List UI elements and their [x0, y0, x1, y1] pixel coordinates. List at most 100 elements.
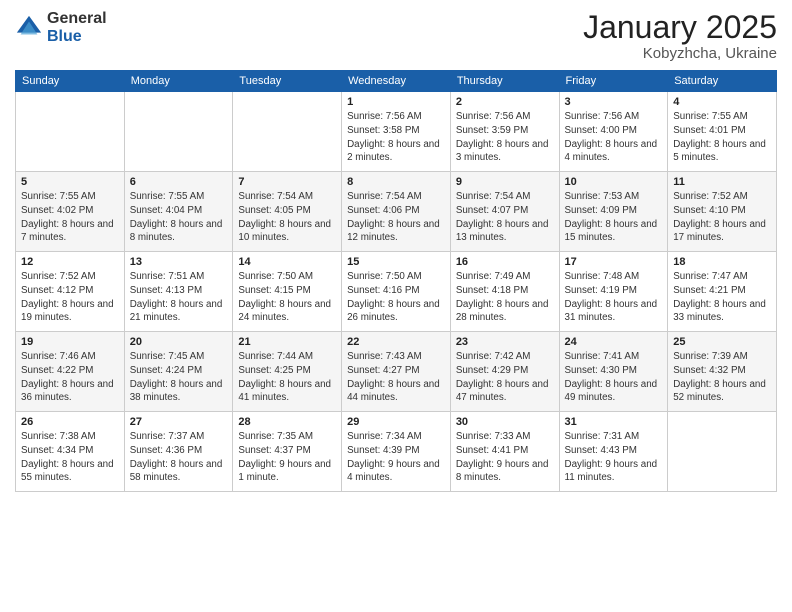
cell-3-4: 23 Sunrise: 7:42 AM Sunset: 4:29 PM Dayli…	[450, 332, 559, 412]
day-num-3-5: 24	[565, 336, 663, 348]
day-info-1-1: Sunrise: 7:55 AM Sunset: 4:04 PM Dayligh…	[130, 190, 228, 245]
cell-4-3: 29Sunrise: 7:34 AM Sunset: 4:39 PM Dayli…	[342, 412, 451, 492]
day-info-1-5: Sunrise: 7:53 AM Sunset: 4:09 PM Dayligh…	[565, 190, 663, 245]
day-num-1-5: 10	[565, 176, 663, 188]
logo-text: General Blue	[47, 10, 107, 45]
col-saturday: Saturday	[668, 71, 777, 92]
day-num-2-3: 15	[347, 256, 445, 268]
col-monday: Monday	[124, 71, 233, 92]
cell-0-2	[233, 92, 342, 172]
day-num-4-4: 30	[456, 416, 554, 428]
cell-4-6	[668, 412, 777, 492]
cell-0-6: 4 Sunrise: 7:55 AM Sunset: 4:01 PM Daylig…	[668, 92, 777, 172]
day-num-2-4: 16	[456, 256, 554, 268]
cell-3-6: 25 Sunrise: 7:39 AM Sunset: 4:32 PM Dayli…	[668, 332, 777, 412]
day-num-3-3: 22	[347, 336, 445, 348]
title-block: January 2025 Kobyzhcha, Ukraine	[583, 10, 777, 62]
cell-1-2: 7 Sunrise: 7:54 AM Sunset: 4:05 PM Daylig…	[233, 172, 342, 252]
cell-0-1	[124, 92, 233, 172]
day-info-1-2: Sunrise: 7:54 AM Sunset: 4:05 PM Dayligh…	[238, 190, 336, 245]
day-info-2-6: Sunrise: 7:47 AM Sunset: 4:21 PM Dayligh…	[673, 270, 771, 325]
day-num-1-1: 6	[130, 176, 228, 188]
header: General Blue January 2025 Kobyzhcha, Ukr…	[15, 10, 777, 62]
day-info-3-4: Sunrise: 7:42 AM Sunset: 4:29 PM Dayligh…	[456, 350, 554, 405]
day-num-1-2: 7	[238, 176, 336, 188]
day-num-3-6: 25	[673, 336, 771, 348]
cell-1-5: 10 Sunrise: 7:53 AM Sunset: 4:09 PM Dayli…	[559, 172, 668, 252]
day-num-4-0: 26	[21, 416, 119, 428]
cell-2-5: 17 Sunrise: 7:48 AM Sunset: 4:19 PM Dayli…	[559, 252, 668, 332]
cell-4-4: 30 Sunrise: 7:33 AM Sunset: 4:41 PM Dayli…	[450, 412, 559, 492]
col-sunday: Sunday	[16, 71, 125, 92]
day-num-3-0: 19	[21, 336, 119, 348]
day-info-3-6: Sunrise: 7:39 AM Sunset: 4:32 PM Dayligh…	[673, 350, 771, 405]
day-num-0-3: 1	[347, 96, 445, 108]
day-num-2-6: 18	[673, 256, 771, 268]
cell-4-5: 31Sunrise: 7:31 AM Sunset: 4:43 PM Dayli…	[559, 412, 668, 492]
col-wednesday: Wednesday	[342, 71, 451, 92]
day-num-3-4: 23	[456, 336, 554, 348]
cell-2-3: 15 Sunrise: 7:50 AM Sunset: 4:16 PM Dayli…	[342, 252, 451, 332]
day-info-0-6: Sunrise: 7:55 AM Sunset: 4:01 PM Dayligh…	[673, 110, 771, 165]
day-info-2-5: Sunrise: 7:48 AM Sunset: 4:19 PM Dayligh…	[565, 270, 663, 325]
day-info-2-4: Sunrise: 7:49 AM Sunset: 4:18 PM Dayligh…	[456, 270, 554, 325]
day-info-0-5: Sunrise: 7:56 AM Sunset: 4:00 PM Dayligh…	[565, 110, 663, 165]
day-info-3-1: Sunrise: 7:45 AM Sunset: 4:24 PM Dayligh…	[130, 350, 228, 405]
cell-0-5: 3 Sunrise: 7:56 AM Sunset: 4:00 PM Daylig…	[559, 92, 668, 172]
cell-3-5: 24 Sunrise: 7:41 AM Sunset: 4:30 PM Dayli…	[559, 332, 668, 412]
cell-3-3: 22 Sunrise: 7:43 AM Sunset: 4:27 PM Dayli…	[342, 332, 451, 412]
week-row-4: 26 Sunrise: 7:38 AM Sunset: 4:34 PM Dayli…	[16, 412, 777, 492]
day-num-3-1: 20	[130, 336, 228, 348]
day-info-1-6: Sunrise: 7:52 AM Sunset: 4:10 PM Dayligh…	[673, 190, 771, 245]
day-info-4-0: Sunrise: 7:38 AM Sunset: 4:34 PM Dayligh…	[21, 430, 119, 485]
day-num-1-4: 9	[456, 176, 554, 188]
week-row-1: 5 Sunrise: 7:55 AM Sunset: 4:02 PM Daylig…	[16, 172, 777, 252]
day-info-1-3: Sunrise: 7:54 AM Sunset: 4:06 PM Dayligh…	[347, 190, 445, 245]
day-num-4-1: 27	[130, 416, 228, 428]
cell-3-2: 21 Sunrise: 7:44 AM Sunset: 4:25 PM Dayli…	[233, 332, 342, 412]
title-location: Kobyzhcha, Ukraine	[583, 45, 777, 62]
day-num-2-2: 14	[238, 256, 336, 268]
cell-4-1: 27 Sunrise: 7:37 AM Sunset: 4:36 PM Dayli…	[124, 412, 233, 492]
week-row-3: 19 Sunrise: 7:46 AM Sunset: 4:22 PM Dayli…	[16, 332, 777, 412]
day-num-3-2: 21	[238, 336, 336, 348]
day-num-0-5: 3	[565, 96, 663, 108]
cell-1-4: 9Sunrise: 7:54 AM Sunset: 4:07 PM Daylig…	[450, 172, 559, 252]
day-info-4-4: Sunrise: 7:33 AM Sunset: 4:41 PM Dayligh…	[456, 430, 554, 485]
day-num-0-4: 2	[456, 96, 554, 108]
cell-1-1: 6 Sunrise: 7:55 AM Sunset: 4:04 PM Daylig…	[124, 172, 233, 252]
cell-2-4: 16 Sunrise: 7:49 AM Sunset: 4:18 PM Dayli…	[450, 252, 559, 332]
day-info-0-3: Sunrise: 7:56 AM Sunset: 3:58 PM Dayligh…	[347, 110, 445, 165]
cell-1-3: 8Sunrise: 7:54 AM Sunset: 4:06 PM Daylig…	[342, 172, 451, 252]
day-num-4-3: 29	[347, 416, 445, 428]
cell-0-4: 2 Sunrise: 7:56 AM Sunset: 3:59 PM Daylig…	[450, 92, 559, 172]
day-info-3-2: Sunrise: 7:44 AM Sunset: 4:25 PM Dayligh…	[238, 350, 336, 405]
day-info-2-3: Sunrise: 7:50 AM Sunset: 4:16 PM Dayligh…	[347, 270, 445, 325]
day-info-2-0: Sunrise: 7:52 AM Sunset: 4:12 PM Dayligh…	[21, 270, 119, 325]
cell-2-0: 12 Sunrise: 7:52 AM Sunset: 4:12 PM Dayli…	[16, 252, 125, 332]
day-num-2-0: 12	[21, 256, 119, 268]
day-info-1-0: Sunrise: 7:55 AM Sunset: 4:02 PM Dayligh…	[21, 190, 119, 245]
day-info-4-1: Sunrise: 7:37 AM Sunset: 4:36 PM Dayligh…	[130, 430, 228, 485]
week-row-0: 1 Sunrise: 7:56 AM Sunset: 3:58 PM Daylig…	[16, 92, 777, 172]
day-num-1-0: 5	[21, 176, 119, 188]
day-num-0-6: 4	[673, 96, 771, 108]
day-info-4-2: Sunrise: 7:35 AM Sunset: 4:37 PM Dayligh…	[238, 430, 336, 485]
day-info-3-5: Sunrise: 7:41 AM Sunset: 4:30 PM Dayligh…	[565, 350, 663, 405]
day-info-3-0: Sunrise: 7:46 AM Sunset: 4:22 PM Dayligh…	[21, 350, 119, 405]
calendar: Sunday Monday Tuesday Wednesday Thursday…	[15, 70, 777, 492]
cell-2-2: 14Sunrise: 7:50 AM Sunset: 4:15 PM Dayli…	[233, 252, 342, 332]
day-num-2-5: 17	[565, 256, 663, 268]
day-info-0-4: Sunrise: 7:56 AM Sunset: 3:59 PM Dayligh…	[456, 110, 554, 165]
cell-3-0: 19 Sunrise: 7:46 AM Sunset: 4:22 PM Dayli…	[16, 332, 125, 412]
cell-4-0: 26 Sunrise: 7:38 AM Sunset: 4:34 PM Dayli…	[16, 412, 125, 492]
col-friday: Friday	[559, 71, 668, 92]
day-info-3-3: Sunrise: 7:43 AM Sunset: 4:27 PM Dayligh…	[347, 350, 445, 405]
page: General Blue January 2025 Kobyzhcha, Ukr…	[0, 0, 792, 612]
day-info-4-5: Sunrise: 7:31 AM Sunset: 4:43 PM Dayligh…	[565, 430, 663, 485]
cell-2-6: 18 Sunrise: 7:47 AM Sunset: 4:21 PM Dayli…	[668, 252, 777, 332]
day-num-1-6: 11	[673, 176, 771, 188]
cell-1-6: 11 Sunrise: 7:52 AM Sunset: 4:10 PM Dayli…	[668, 172, 777, 252]
cell-4-2: 28Sunrise: 7:35 AM Sunset: 4:37 PM Dayli…	[233, 412, 342, 492]
cell-0-0	[16, 92, 125, 172]
